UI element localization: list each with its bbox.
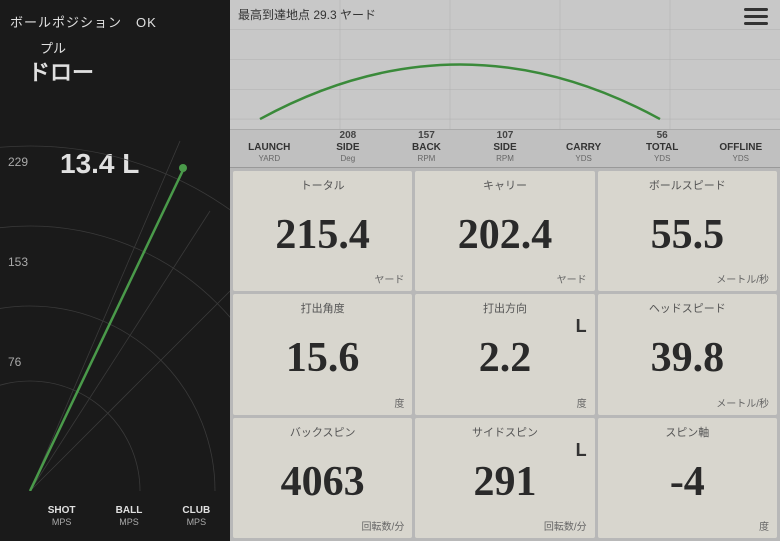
- stat-value-8: -4: [670, 461, 705, 503]
- right-panel: 最高到達地点 29.3 ヤード LAUNCH YARD 208 S: [230, 0, 780, 541]
- column-headers-row: LAUNCH YARD 208 SIDE Deg 157 BACK RPM 10…: [230, 130, 780, 168]
- header-shot: SHOT MPS: [28, 504, 95, 529]
- header-back: 157 BACK RPM: [387, 130, 466, 164]
- header-side-2: 107 SIDE RPM: [466, 130, 545, 164]
- stat-card-3: 打出角度 15.6 度: [233, 294, 412, 414]
- stat-card-8: スピン軸 -4 度: [598, 418, 777, 538]
- arc-diagram: [0, 111, 230, 491]
- menu-line-2: [744, 15, 768, 18]
- stat-value-6: 4063: [281, 461, 365, 503]
- stat-unit-7: 回転数/分: [544, 518, 587, 533]
- chart-label: 最高到達地点 29.3 ヤード: [238, 6, 376, 23]
- header-total: 56 TOTAL YDS: [623, 130, 702, 164]
- header-ball: BALL MPS: [95, 504, 162, 529]
- draw-label-large: ドロー: [28, 55, 94, 87]
- stat-unit-1: ヤード: [557, 271, 587, 286]
- menu-line-3: [744, 22, 768, 25]
- stat-label-1: キャリー: [415, 177, 594, 193]
- bottom-headers-left: SHOT MPS BALL MPS CLUB MPS: [0, 491, 230, 541]
- stat-value-2: 55.5: [651, 214, 725, 256]
- stat-unit-5: メートル/秒: [716, 395, 769, 410]
- stat-unit-4: 度: [577, 395, 587, 410]
- stat-unit-6: 回転数/分: [362, 518, 405, 533]
- stat-card-7: サイドスピン 291 回転数/分 L: [415, 418, 594, 538]
- stat-unit-8: 度: [759, 518, 769, 533]
- header-launch: LAUNCH YARD: [230, 142, 309, 164]
- menu-icon[interactable]: [744, 8, 768, 25]
- stat-card-4: 打出方向 2.2 度 L: [415, 294, 594, 414]
- left-panel: ボールポジション OK プル ドロー 13.4 L 229 153 76 ✕ S…: [0, 0, 230, 541]
- stat-card-6: バックスピン 4063 回転数/分: [233, 418, 412, 538]
- menu-line-1: [744, 8, 768, 11]
- stat-direction-4: L: [576, 316, 587, 337]
- stat-label-3: 打出角度: [233, 300, 412, 316]
- stat-label-6: バックスピン: [233, 424, 412, 440]
- stat-value-5: 39.8: [651, 337, 725, 379]
- stat-label-4: 打出方向: [415, 300, 594, 316]
- stat-direction-7: L: [576, 440, 587, 461]
- stat-value-0: 215.4: [275, 214, 370, 256]
- stat-card-5: ヘッドスピード 39.8 メートル/秒: [598, 294, 777, 414]
- header-offline: OFFLINE YDS: [701, 142, 780, 164]
- stat-value-4: 2.2: [479, 337, 532, 379]
- chart-area: 最高到達地点 29.3 ヤード: [230, 0, 780, 130]
- stat-card-0: トータル 215.4 ヤード: [233, 171, 412, 291]
- stat-label-7: サイドスピン: [415, 424, 594, 440]
- stat-value-1: 202.4: [458, 214, 553, 256]
- header-club: CLUB MPS: [163, 504, 230, 529]
- stat-label-8: スピン軸: [598, 424, 777, 440]
- stat-unit-2: メートル/秒: [716, 271, 769, 286]
- stats-grid: トータル 215.4 ヤード キャリー 202.4 ヤード ボールスピード 55.5 メートル/…: [230, 168, 780, 541]
- header-carry: CARRY YDS: [544, 142, 623, 164]
- stat-label-5: ヘッドスピード: [598, 300, 777, 316]
- header-side-1: 208 SIDE Deg: [309, 130, 388, 164]
- stat-value-3: 15.6: [286, 337, 360, 379]
- stat-label-2: ボールスピード: [598, 177, 777, 193]
- stat-unit-3: 度: [394, 395, 404, 410]
- ball-position-label: ボールポジション OK: [10, 12, 157, 31]
- stat-card-2: ボールスピード 55.5 メートル/秒: [598, 171, 777, 291]
- stat-unit-0: ヤード: [374, 271, 404, 286]
- stat-card-1: キャリー 202.4 ヤード: [415, 171, 594, 291]
- stat-label-0: トータル: [233, 177, 412, 193]
- stat-value-7: 291: [473, 461, 536, 503]
